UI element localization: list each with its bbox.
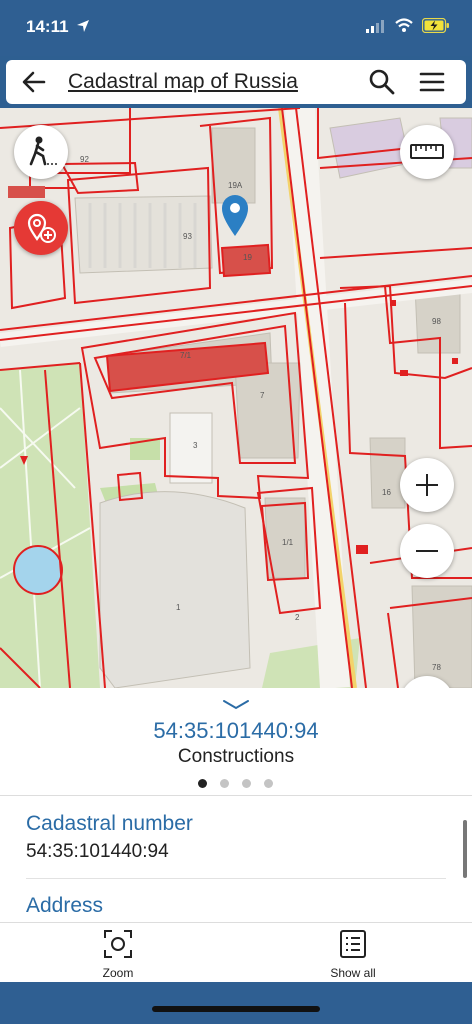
page-indicator [198, 779, 273, 788]
cadastral-map[interactable]: 92 93 19A 19 7/1 7 3 1 1/1 16 98 78 2 [0, 108, 472, 688]
map-label: 2 [295, 613, 300, 622]
back-button[interactable] [20, 68, 48, 96]
panel-header[interactable]: 54:35:101440:94 Constructions [0, 688, 472, 796]
arrow-left-icon [22, 71, 46, 93]
field-label-cadastral-number: Cadastral number [26, 812, 193, 835]
bottom-toolbar: Zoom Show all [0, 922, 472, 982]
list-icon [340, 930, 366, 958]
battery-charging-icon [422, 18, 449, 33]
location-pin-icon[interactable] [222, 195, 248, 236]
add-location-icon [27, 213, 56, 243]
page-dot[interactable] [220, 779, 229, 788]
cellular-signal-icon [366, 19, 384, 33]
show-all-label: Show all [330, 966, 376, 980]
page-dot[interactable] [198, 779, 207, 788]
page-dot[interactable] [264, 779, 273, 788]
zoom-in-button[interactable] [400, 458, 454, 512]
menu-button[interactable] [418, 68, 446, 96]
object-info-panel: 54:35:101440:94 Constructions Cadastral … [0, 688, 472, 922]
parcel-marker [400, 370, 408, 376]
map-label: 92 [80, 155, 89, 164]
field-value-cadastral-number: 54:35:101440:94 [26, 841, 169, 862]
zoom-out-button[interactable] [400, 524, 454, 578]
add-point-button[interactable] [14, 201, 68, 255]
map-label: 98 [432, 317, 441, 326]
search-icon [369, 69, 395, 95]
map-label: 7 [260, 391, 265, 400]
map-canvas[interactable]: 92 93 19A 19 7/1 7 3 1 1/1 16 98 78 2 [0, 108, 472, 688]
home-indicator[interactable] [152, 1006, 320, 1012]
park-area [0, 363, 100, 688]
status-time: 14:11 [26, 17, 69, 36]
field-label-address: Address [26, 894, 104, 917]
status-bar: 14:11 [0, 0, 472, 56]
hamburger-menu-icon [419, 72, 445, 92]
route-measure-button[interactable] [14, 125, 68, 179]
map-label: 3 [193, 441, 198, 450]
zoom-button[interactable]: Zoom [68, 929, 168, 980]
page-dot[interactable] [242, 779, 251, 788]
map-label: 19A [228, 181, 243, 190]
wifi-icon [395, 18, 413, 32]
divider [26, 878, 446, 879]
parcel-small[interactable] [8, 186, 45, 198]
map-label: 19 [243, 253, 252, 262]
object-cadastral-number: 54:35:101440:94 [153, 718, 319, 743]
chevron-down-icon[interactable] [222, 698, 250, 710]
zoom-to-object-icon [104, 930, 132, 958]
parcel-marker [356, 545, 368, 554]
location-arrow-icon [77, 20, 89, 32]
map-label: 16 [382, 488, 391, 497]
walking-person-icon [29, 136, 57, 166]
app-bar: Cadastral map of Russia [6, 60, 466, 104]
map-label: 7/1 [180, 351, 192, 360]
map-label: 1 [176, 603, 181, 612]
map-label: 1/1 [282, 538, 294, 547]
home-indicator-area [0, 982, 472, 1024]
map-label: 78 [432, 663, 441, 672]
minus-icon [416, 550, 438, 552]
zoom-label: Zoom [102, 966, 134, 980]
ruler-icon [410, 144, 444, 159]
pond [13, 545, 63, 595]
object-type: Constructions [177, 746, 295, 767]
scrollbar[interactable] [463, 820, 467, 878]
plus-icon [416, 474, 438, 496]
page-title: Cadastral map of Russia [68, 70, 298, 93]
parcel-marker [390, 300, 396, 306]
ruler-button[interactable] [400, 125, 454, 179]
search-button[interactable] [368, 68, 396, 96]
parcel-marker [452, 358, 458, 364]
map-label: 93 [183, 232, 192, 241]
show-all-button[interactable]: Show all [303, 929, 403, 980]
